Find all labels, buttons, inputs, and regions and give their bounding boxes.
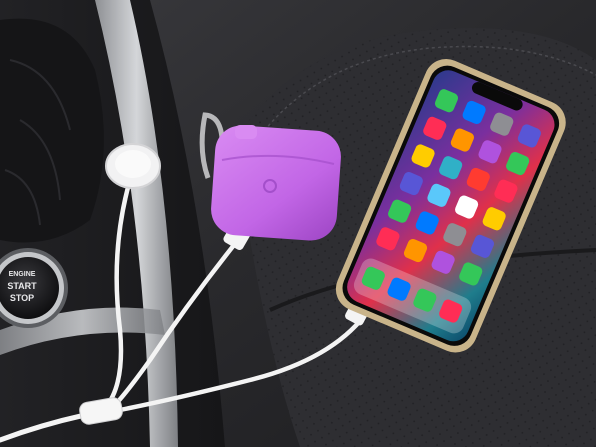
scene-illustration: ENGINE START STOP	[0, 0, 596, 447]
engine-label-line1: ENGINE	[9, 271, 36, 278]
watch-charger-puck	[105, 143, 161, 189]
engine-label-line3: STOP	[10, 293, 34, 303]
airpods-silicone-case	[199, 112, 341, 241]
engine-label-line2: START	[7, 281, 37, 291]
case-hook-loop	[235, 125, 257, 139]
car-interior-product-photo: ENGINE START STOP	[0, 0, 596, 447]
